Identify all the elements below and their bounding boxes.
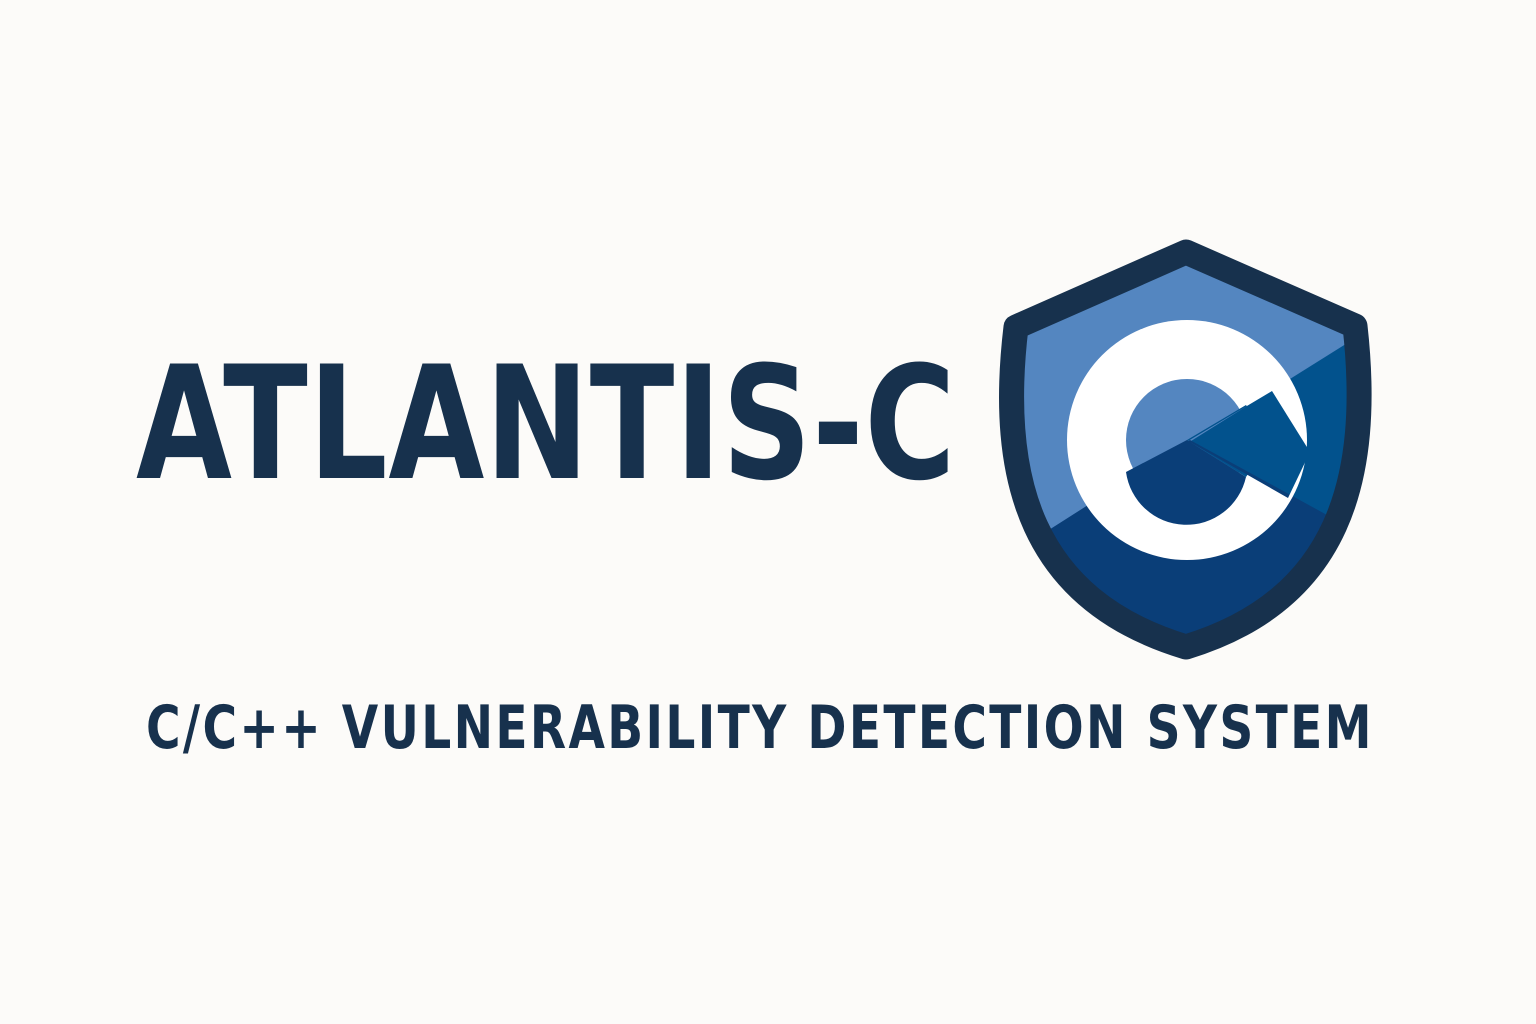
shield-c-icon bbox=[999, 239, 1372, 660]
shield-fill bbox=[1011, 252, 1360, 647]
logo: ATLANTIS-C C/C++ VULNERABILITY DETECTION… bbox=[0, 0, 1536, 1024]
logo-title: ATLANTIS-C bbox=[136, 333, 957, 516]
logo-tagline: C/C++ VULNERABILITY DETECTION SYSTEM bbox=[146, 693, 1374, 763]
c-letter bbox=[1067, 320, 1307, 560]
